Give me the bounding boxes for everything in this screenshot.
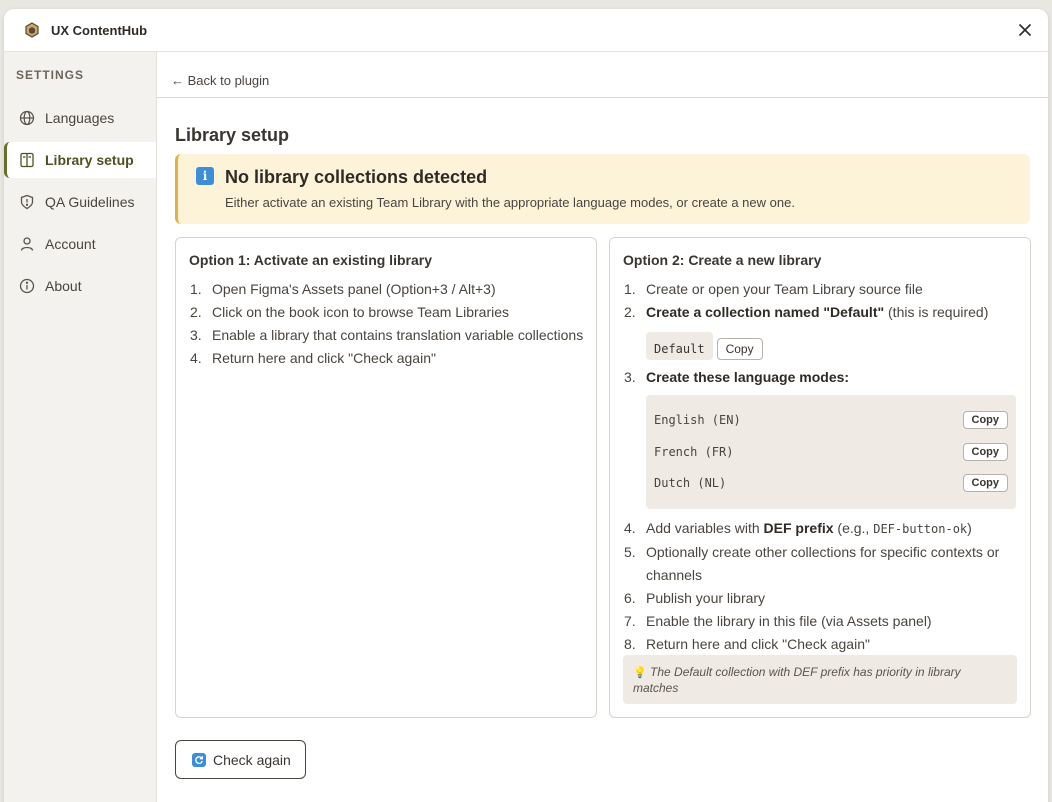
app-title: UX ContentHub — [51, 22, 148, 38]
list-item: 5. Optionally create other collections fo… — [624, 544, 1000, 583]
list-item: 2. Click on the book icon to browse Team … — [190, 304, 510, 320]
globe-icon — [18, 109, 36, 127]
sidebar-item-label: About — [45, 278, 82, 294]
no-collections-alert: i No library collections detected Either… — [175, 154, 1030, 224]
copy-default-button[interactable]: Copy — [716, 338, 763, 360]
mode-row-en: English (EN) Copy — [654, 408, 1008, 432]
user-icon — [18, 235, 36, 253]
mode-code: Dutch (NL) — [654, 475, 727, 490]
check-again-button[interactable]: Check again — [175, 740, 306, 779]
app-logo-icon — [24, 22, 40, 38]
modes-row: English (EN) Copy French (FR) Copy Dutch… — [624, 395, 1019, 509]
back-to-plugin-link[interactable]: ← Back to plugin — [171, 73, 269, 88]
mode-row-fr: French (FR) Copy — [654, 440, 1008, 464]
option2-steps: 1. Create or open your Team Library sourc… — [624, 278, 1019, 656]
default-code-row: Default Copy — [624, 328, 1019, 360]
sidebar-item-label: Account — [45, 236, 96, 252]
mode-row-nl: Dutch (NL) Copy — [654, 471, 1008, 495]
list-item: 4. Return here and click "Check again" — [190, 350, 436, 366]
sidebar-item-library-setup[interactable]: Library setup — [4, 142, 156, 178]
back-bar: ← Back to plugin — [157, 52, 1048, 98]
refresh-icon — [192, 752, 206, 767]
mode-code: French (FR) — [654, 444, 734, 459]
list-item: 2. Create a collection named "Default" (t… — [624, 304, 989, 320]
mode-code: English (EN) — [654, 412, 741, 427]
default-code: Default — [646, 332, 713, 360]
close-icon — [1018, 23, 1032, 37]
shield-icon — [18, 193, 36, 211]
check-again-label: Check again — [213, 751, 291, 768]
priority-tip: 💡 The Default collection with DEF prefix… — [623, 655, 1017, 704]
option2-card: Option 2: Create a new library 1. Create … — [609, 237, 1031, 718]
sidebar-heading: SETTINGS — [16, 68, 85, 82]
sidebar: SETTINGS Languages Library setup QA Guid… — [4, 52, 157, 802]
info-icon — [18, 277, 36, 295]
option1-card: Option 1: Activate an existing library 1… — [175, 237, 597, 718]
sidebar-item-label: QA Guidelines — [45, 194, 135, 210]
option1-title: Option 1: Activate an existing library — [189, 252, 432, 268]
list-item: 4. Add variables with DEF prefix (e.g., D… — [624, 520, 972, 536]
sidebar-item-about[interactable]: About — [4, 268, 156, 304]
info-icon: i — [196, 167, 214, 185]
list-item: 7. Enable the library in this file (via A… — [624, 613, 932, 629]
copy-mode-fr-button[interactable]: Copy — [962, 443, 1008, 461]
tip-text: The Default collection with DEF prefix h… — [633, 665, 961, 695]
sidebar-item-label: Languages — [45, 110, 115, 126]
list-item: 3. Create these language modes: — [624, 369, 850, 385]
list-item: 8. Return here and click "Check again" — [624, 636, 870, 652]
page-title: Library setup — [175, 125, 290, 145]
alert-title: No library collections detected — [225, 167, 488, 187]
close-button[interactable] — [1016, 21, 1034, 39]
list-item: 1. Open Figma's Assets panel (Option+3 / … — [190, 281, 496, 297]
list-item: 6. Publish your library — [624, 590, 766, 606]
plugin-window: UX ContentHub SETTINGS Languages Library… — [4, 9, 1048, 802]
lightbulb-icon: 💡 — [633, 667, 647, 679]
sidebar-item-qa-guidelines[interactable]: QA Guidelines — [4, 184, 156, 220]
option1-steps: 1. Open Figma's Assets panel (Option+3 / … — [190, 278, 585, 370]
sidebar-item-languages[interactable]: Languages — [4, 100, 156, 136]
alert-text: Either activate an existing Team Library… — [225, 195, 795, 210]
list-item: 3. Enable a library that contains transla… — [190, 327, 584, 343]
copy-mode-nl-button[interactable]: Copy — [962, 474, 1008, 492]
language-modes-box: English (EN) Copy French (FR) Copy Dutch… — [646, 395, 1016, 509]
main-content: ← Back to plugin Library setup i No libr… — [157, 52, 1048, 802]
sidebar-item-account[interactable]: Account — [4, 226, 156, 262]
option2-title: Option 2: Create a new library — [623, 252, 822, 268]
list-item: 1. Create or open your Team Library sourc… — [624, 281, 923, 297]
title-bar: UX ContentHub — [4, 9, 1048, 52]
sidebar-item-label: Library setup — [45, 152, 134, 168]
copy-mode-en-button[interactable]: Copy — [962, 411, 1008, 429]
book-icon — [18, 151, 36, 169]
